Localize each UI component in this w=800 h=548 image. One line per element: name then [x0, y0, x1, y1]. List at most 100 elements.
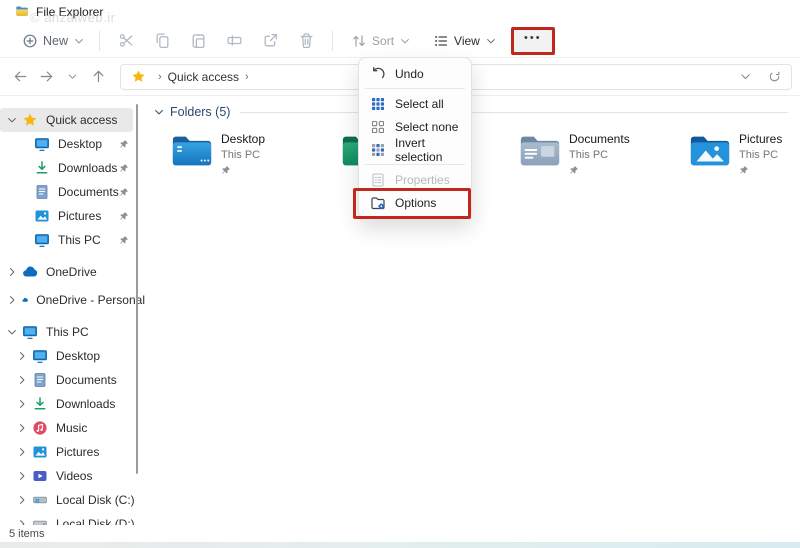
tile-documents[interactable]: Documents This PC	[518, 130, 630, 175]
chevron-right-icon	[6, 294, 18, 306]
chevron-down-icon	[73, 35, 85, 47]
tile-pictures[interactable]: Pictures This PC	[688, 130, 782, 175]
cut-button[interactable]	[108, 27, 144, 55]
sidebar-item-documents-tree[interactable]: Documents	[0, 368, 145, 392]
sidebar-item-documents[interactable]: Documents	[0, 180, 145, 204]
back-button[interactable]	[8, 65, 32, 89]
sidebar-item-label: OneDrive - Personal	[36, 293, 145, 307]
tile-desktop[interactable]: Desktop This PC	[170, 130, 265, 175]
forward-arrow-icon	[39, 69, 54, 84]
sidebar-item-local-disk-d[interactable]: Local Disk (D:)	[0, 512, 145, 525]
tile-name: Pictures	[739, 132, 782, 146]
picture-icon	[32, 444, 48, 460]
tile-location: This PC	[221, 149, 265, 161]
pin-icon	[569, 165, 579, 175]
file-explorer-icon	[14, 4, 30, 18]
toolbar-separator	[332, 31, 333, 51]
sort-button[interactable]: Sort	[345, 27, 417, 55]
sidebar-item-desktop-tree[interactable]: Desktop	[0, 344, 145, 368]
folder-icon-documents	[518, 130, 562, 170]
up-button[interactable]	[86, 65, 110, 89]
sidebar-item-onedrive[interactable]: OneDrive	[0, 260, 145, 284]
share-button[interactable]	[252, 27, 288, 55]
view-button-label: View	[454, 34, 480, 48]
copy-button[interactable]	[144, 27, 180, 55]
video-icon	[32, 468, 48, 484]
disk-drive-icon	[32, 516, 48, 525]
toolbar-separator	[99, 31, 100, 51]
sidebar-item-this-pc[interactable]: This PC	[0, 320, 145, 344]
sidebar-scrollbar[interactable]	[136, 104, 138, 474]
menu-separator	[365, 164, 465, 165]
share-icon	[262, 32, 279, 49]
sort-arrows-icon	[351, 33, 367, 49]
sidebar-item-videos[interactable]: Videos	[0, 464, 145, 488]
folders-group-label: Folders (5)	[170, 105, 230, 119]
sidebar-item-pictures[interactable]: Pictures	[0, 204, 145, 228]
sidebar-item-desktop[interactable]: Desktop	[0, 132, 145, 156]
chevron-down-icon	[399, 35, 411, 47]
sidebar-item-local-disk-c[interactable]: Local Disk (C:)	[0, 488, 145, 512]
invert-selection-icon	[370, 142, 386, 158]
sidebar-item-label: Documents	[56, 373, 117, 387]
menu-item-label: Select all	[395, 97, 444, 111]
desktop-icon	[34, 136, 50, 152]
chevron-right-icon	[16, 446, 28, 458]
up-arrow-icon	[91, 69, 106, 84]
refresh-icon[interactable]	[768, 70, 781, 83]
file-explorer-window: File Explorer © anzalweb.ir New Sort Vie…	[0, 0, 800, 548]
copy-icon	[154, 32, 171, 49]
delete-button[interactable]	[288, 27, 324, 55]
menu-item-label: Select none	[395, 120, 458, 134]
menu-item-invert-selection[interactable]: Invert selection	[363, 138, 467, 161]
pin-icon	[119, 235, 129, 245]
sidebar-item-onedrive-personal[interactable]: OneDrive - Personal	[0, 288, 145, 312]
navigation-pane: Quick access Desktop Downloads Documents…	[0, 96, 145, 525]
computer-icon	[22, 324, 38, 340]
menu-item-label: Properties	[395, 173, 450, 187]
menu-item-select-all[interactable]: Select all	[363, 92, 467, 115]
back-arrow-icon	[13, 69, 28, 84]
menu-item-label: Invert selection	[395, 136, 460, 164]
chevron-down-icon	[67, 71, 78, 82]
recent-locations-button[interactable]	[60, 65, 84, 89]
sidebar-item-label: Desktop	[58, 137, 102, 151]
download-icon	[34, 160, 50, 176]
sidebar-item-quick-access[interactable]: Quick access	[0, 108, 133, 132]
sidebar-item-label: Documents	[58, 185, 119, 199]
breadcrumb-separator: ›	[245, 71, 249, 83]
sidebar-item-label: Desktop	[56, 349, 100, 363]
chevron-right-icon	[16, 374, 28, 386]
chevron-down-icon	[485, 35, 497, 47]
forward-button[interactable]	[34, 65, 58, 89]
scissors-icon	[118, 32, 135, 49]
options-highlight-box	[353, 188, 471, 219]
select-none-icon	[370, 119, 386, 135]
breadcrumb[interactable]: Quick access	[168, 70, 239, 84]
picture-icon	[34, 208, 50, 224]
see-more-button[interactable]: •••	[511, 27, 555, 55]
disk-drive-icon	[32, 492, 48, 508]
computer-icon	[34, 232, 50, 248]
address-dropdown-icon[interactable]	[739, 70, 752, 83]
sidebar-item-pictures-tree[interactable]: Pictures	[0, 440, 145, 464]
pin-icon	[119, 139, 129, 149]
sidebar-item-label: Downloads	[58, 161, 117, 175]
undo-icon	[370, 66, 386, 82]
quick-access-star-icon	[131, 69, 146, 84]
paste-button[interactable]	[180, 27, 216, 55]
sidebar-item-downloads-tree[interactable]: Downloads	[0, 392, 145, 416]
sidebar-item-downloads[interactable]: Downloads	[0, 156, 145, 180]
sidebar-item-label: Local Disk (D:)	[56, 517, 135, 525]
new-button[interactable]: New	[16, 27, 91, 55]
menu-item-undo[interactable]: Undo	[363, 62, 467, 85]
cloud-icon	[22, 292, 28, 308]
menu-separator	[365, 88, 465, 89]
tile-location: This PC	[739, 149, 782, 161]
rename-button[interactable]	[216, 27, 252, 55]
sidebar-item-music[interactable]: Music	[0, 416, 145, 440]
sort-button-label: Sort	[372, 34, 394, 48]
chevron-down-icon	[6, 114, 18, 126]
sidebar-item-this-pc-pinned[interactable]: This PC	[0, 228, 145, 252]
view-button[interactable]: View	[427, 27, 503, 55]
